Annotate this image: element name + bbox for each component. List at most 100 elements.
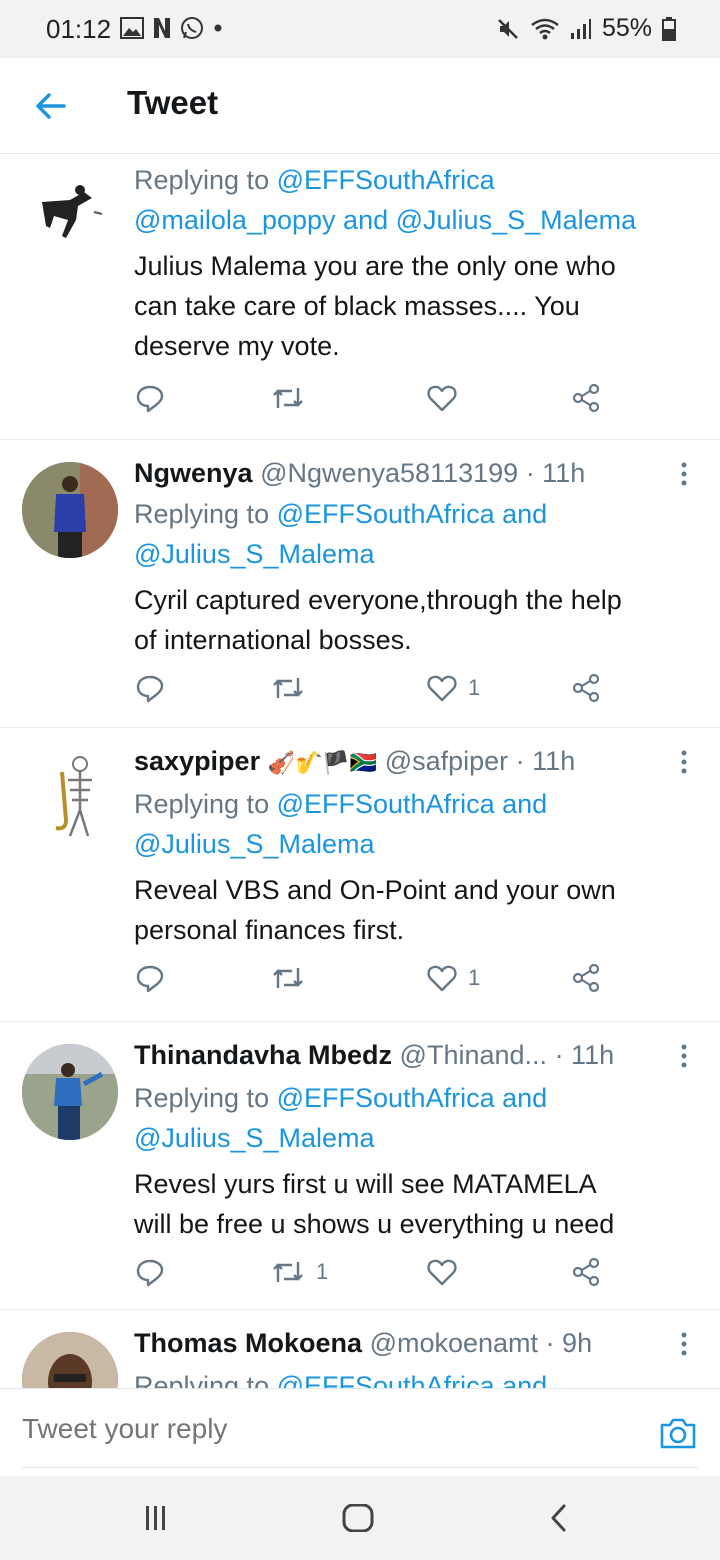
tweet-item[interactable]: Replying to @EFFSouthAfrica @mailola_pop… — [0, 154, 720, 440]
more-options-icon[interactable] — [674, 748, 694, 776]
avatar[interactable] — [22, 172, 118, 268]
tweet-text: Cyril captured everyone,through the help… — [134, 580, 680, 660]
tweet-actions: 1 — [134, 672, 614, 708]
more-options-icon[interactable] — [674, 1330, 694, 1358]
arrow-left-icon[interactable] — [30, 86, 70, 126]
reply-icon — [136, 1259, 164, 1287]
retweet-icon — [273, 388, 303, 408]
retweet-icon — [273, 968, 303, 988]
avatar[interactable] — [22, 1044, 118, 1140]
share-icon — [572, 1257, 600, 1287]
like-action[interactable]: 1 — [426, 962, 480, 994]
replying-to-line2: @mailola_poppy and @Julius_S_Malema — [134, 200, 700, 240]
retweet-action[interactable]: 1 — [270, 1256, 328, 1288]
share-icon — [572, 383, 600, 413]
avatar-person-image — [22, 1332, 118, 1388]
replying-prefix: Replying to — [134, 165, 270, 195]
tweet-header: Ngwenya @Ngwenya58113199 · 11h — [134, 458, 656, 489]
mention-link[interactable]: @mailola_poppy — [134, 205, 336, 235]
tweet-item[interactable]: saxypiper 🎻🎷🏴🇿🇦 @safpiper · 11h Replying… — [0, 728, 720, 1022]
avatar[interactable] — [22, 1332, 118, 1388]
recents-icon[interactable] — [142, 1504, 170, 1532]
mention-link[interactable]: @EFFSouthAfrica — [277, 499, 495, 529]
mention-link[interactable]: @Julius_S_Malema — [134, 539, 375, 569]
signal-icon — [570, 18, 591, 39]
author-handle[interactable]: @Ngwenya58113199 — [260, 458, 518, 488]
mute-icon — [498, 18, 518, 39]
tweet-text-line: personal finances first. — [134, 915, 405, 945]
mention-joiner: and — [502, 1371, 548, 1388]
tweet-text-line: deserve my vote. — [134, 331, 340, 361]
retweet-icon — [273, 678, 303, 698]
share-action[interactable] — [570, 1256, 602, 1288]
tweet-item[interactable]: Thinandavha Mbedz @Thinand... · 11h Repl… — [0, 1022, 720, 1310]
system-navigation-bar — [0, 1476, 720, 1560]
mention-link[interactable]: @EFFSouthAfrica — [277, 165, 495, 195]
mention-link[interactable]: @Julius_S_Malema — [134, 829, 375, 859]
author-handle[interactable]: @mokoenamt — [370, 1328, 538, 1358]
tweet-text: Reveal VBS and On-Point and your own per… — [134, 870, 680, 950]
reply-action[interactable] — [134, 962, 176, 994]
replying-to-line2: @Julius_S_Malema — [134, 534, 700, 574]
replying-prefix: Replying to — [134, 499, 270, 529]
mention-link[interactable]: @EFFSouthAfrica — [277, 1371, 495, 1388]
mention-link[interactable]: @EFFSouthAfrica — [277, 1083, 495, 1113]
avatar[interactable] — [22, 750, 118, 846]
home-icon[interactable] — [342, 1504, 374, 1532]
tweet-header: saxypiper 🎻🎷🏴🇿🇦 @safpiper · 11h — [134, 746, 656, 777]
tweet-header: Thinandavha Mbedz @Thinand... · 11h — [134, 1040, 656, 1071]
retweet-action[interactable] — [270, 672, 316, 704]
mention-link[interactable]: @Julius_S_Malema — [134, 1123, 375, 1153]
replying-to: Replying to @EFFSouthAfrica and — [134, 494, 700, 534]
tweet-actions: 1 — [134, 962, 614, 998]
replying-prefix: Replying to — [134, 789, 270, 819]
share-action[interactable] — [570, 672, 602, 704]
share-action[interactable] — [570, 382, 602, 414]
share-action[interactable] — [570, 962, 602, 994]
like-count: 1 — [468, 965, 481, 990]
tweet-text-line: Revesl yurs first u will see MATAMELA — [134, 1169, 597, 1199]
author-name[interactable]: Thinandavha Mbedz — [134, 1040, 392, 1070]
battery-icon — [662, 16, 676, 41]
tweet-time: · 11h — [554, 1040, 615, 1070]
tweet-time: · 11h — [525, 458, 586, 488]
mention-joiner: and — [502, 499, 548, 529]
heart-icon — [427, 965, 457, 992]
like-action[interactable] — [426, 1256, 468, 1288]
retweet-action[interactable] — [270, 382, 306, 414]
status-time: 01:12 — [46, 14, 112, 44]
like-action[interactable] — [426, 382, 458, 414]
mention-link[interactable]: @Julius_S_Malema — [396, 205, 637, 235]
avatar[interactable] — [22, 462, 118, 558]
reply-action[interactable] — [134, 672, 176, 704]
author-name[interactable]: Ngwenya — [134, 458, 253, 488]
reply-icon — [136, 385, 164, 413]
author-name[interactable]: saxypiper — [134, 746, 260, 776]
heart-icon — [427, 675, 457, 702]
reply-action[interactable] — [134, 382, 166, 414]
replies-feed[interactable]: Replying to @EFFSouthAfrica @mailola_pop… — [0, 154, 720, 1388]
replying-to-line2: @Julius_S_Malema — [134, 1118, 700, 1158]
retweet-action[interactable] — [270, 962, 316, 994]
more-options-icon[interactable] — [674, 1042, 694, 1070]
author-handle[interactable]: @safpiper — [385, 746, 508, 776]
reply-action[interactable] — [134, 1256, 176, 1288]
back-icon[interactable] — [548, 1504, 570, 1532]
avatar-skeleton-sax-image — [55, 756, 92, 837]
tweet-reply-input[interactable] — [22, 1413, 383, 1445]
mention-joiner: and — [502, 789, 548, 819]
camera-icon[interactable] — [658, 1413, 698, 1453]
more-options-icon[interactable] — [674, 460, 694, 488]
mention-link[interactable]: @EFFSouthAfrica — [277, 789, 495, 819]
share-icon — [572, 673, 600, 703]
like-action[interactable]: 1 — [426, 672, 480, 704]
author-name-emoji: 🎻🎷🏴🇿🇦 — [267, 751, 378, 776]
author-name[interactable]: Thomas Mokoena — [134, 1328, 362, 1358]
tweet-text: Revesl yurs first u will see MATAMELA wi… — [134, 1164, 680, 1244]
share-icon — [572, 963, 600, 993]
tweet-item[interactable]: Thomas Mokoena @mokoenamt · 9h Replying … — [0, 1310, 720, 1388]
tweet-item[interactable]: Ngwenya @Ngwenya58113199 · 11h Replying … — [0, 440, 720, 728]
avatar-person-image — [22, 462, 118, 558]
tweet-text-line: Cyril captured everyone,through the help — [134, 585, 622, 615]
author-handle[interactable]: @Thinand... — [400, 1040, 548, 1070]
